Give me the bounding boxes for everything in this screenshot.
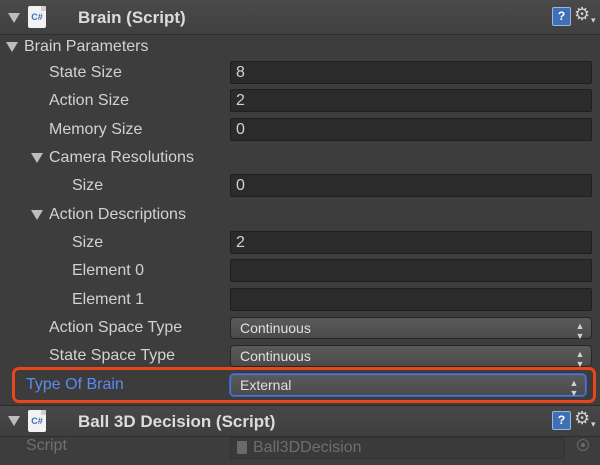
gear-menu-caret-icon[interactable]: ▾	[591, 16, 596, 26]
script-label: Script	[26, 437, 67, 454]
camera-resolutions-size-label: Size	[72, 177, 104, 194]
camera-resolutions-label[interactable]: Camera Resolutions	[49, 149, 194, 167]
state-size-row: State Size 8	[0, 60, 600, 88]
brain-parameters-label[interactable]: Brain Parameters	[24, 38, 149, 56]
element-1-label: Element 1	[72, 291, 145, 308]
csharp-script-icon: C#	[28, 410, 46, 432]
action-size-row: Action Size 2	[0, 88, 600, 116]
dropdown-arrows-icon: ▲▼	[575, 321, 585, 341]
state-space-type-value: Continuous	[240, 348, 311, 364]
inspector-panel: C# Brain (Script) ? ⚙ ▾ Brain Parameters…	[0, 0, 600, 465]
element-1-field[interactable]	[230, 288, 592, 311]
action-descriptions-size-label: Size	[72, 234, 104, 251]
action-descriptions-size-row: Size 2	[0, 230, 600, 258]
memory-size-label: Memory Size	[49, 121, 143, 138]
action-space-type-value: Continuous	[240, 320, 311, 336]
action-descriptions-size-field[interactable]: 2	[230, 231, 592, 254]
brain-foldout-arrow-icon[interactable]	[8, 13, 20, 23]
brain-parameters-row[interactable]: Brain Parameters	[0, 34, 600, 62]
csharp-script-icon: C#	[28, 6, 46, 28]
type-of-brain-label: Type Of Brain	[26, 376, 124, 393]
gear-icon[interactable]: ⚙	[574, 4, 590, 25]
decision-component-title: Ball 3D Decision (Script)	[78, 412, 276, 431]
state-size-label: State Size	[49, 64, 122, 81]
brain-component-header[interactable]: C# Brain (Script) ? ⚙ ▾	[0, 0, 600, 35]
script-file-icon	[237, 441, 247, 454]
dropdown-arrows-icon: ▲▼	[575, 349, 585, 369]
element-1-row: Element 1	[0, 287, 600, 315]
object-picker-icon[interactable]	[577, 439, 589, 451]
decision-foldout-arrow-icon[interactable]	[8, 416, 20, 426]
action-descriptions-row[interactable]: Action Descriptions	[0, 202, 600, 230]
action-space-type-row: Action Space Type Continuous ▲▼	[0, 315, 600, 343]
brain-component-title: Brain (Script)	[78, 8, 186, 27]
state-space-type-dropdown[interactable]: Continuous ▲▼	[230, 345, 592, 369]
gear-icon[interactable]: ⚙	[574, 408, 590, 429]
memory-size-row: Memory Size 0	[0, 117, 600, 145]
state-size-field[interactable]: 8	[230, 61, 592, 84]
action-size-field[interactable]: 2	[230, 89, 592, 112]
type-of-brain-dropdown[interactable]: External ▲▼	[230, 374, 586, 398]
state-space-type-label: State Space Type	[49, 347, 176, 364]
script-row: Script Ball3DDecision	[0, 434, 600, 462]
gear-menu-caret-icon[interactable]: ▾	[591, 420, 596, 430]
type-of-brain-row: Type Of Brain External ▲▼	[0, 372, 600, 400]
action-descriptions-label[interactable]: Action Descriptions	[49, 206, 186, 224]
help-icon[interactable]: ?	[552, 7, 571, 26]
element-0-field[interactable]	[230, 259, 592, 282]
action-size-label: Action Size	[49, 92, 130, 109]
script-object-field: Ball3DDecision	[230, 437, 565, 459]
decision-component-header[interactable]: C# Ball 3D Decision (Script) ? ⚙ ▾	[0, 405, 600, 437]
camera-resolutions-size-row: Size 0	[0, 173, 600, 201]
brain-parameters-foldout-icon[interactable]	[6, 42, 18, 52]
action-space-type-label: Action Space Type	[49, 319, 183, 336]
help-icon[interactable]: ?	[552, 411, 571, 430]
dropdown-arrows-icon: ▲▼	[569, 378, 579, 398]
script-value: Ball3DDecision	[253, 439, 362, 456]
memory-size-field[interactable]: 0	[230, 118, 592, 141]
camera-resolutions-foldout-icon[interactable]	[31, 153, 43, 163]
camera-resolutions-size-field[interactable]: 0	[230, 174, 592, 197]
camera-resolutions-row[interactable]: Camera Resolutions	[0, 145, 600, 173]
action-descriptions-foldout-icon[interactable]	[31, 210, 43, 220]
type-of-brain-value: External	[240, 377, 292, 393]
action-space-type-dropdown[interactable]: Continuous ▲▼	[230, 317, 592, 341]
element-0-row: Element 0	[0, 258, 600, 286]
element-0-label: Element 0	[72, 262, 145, 279]
